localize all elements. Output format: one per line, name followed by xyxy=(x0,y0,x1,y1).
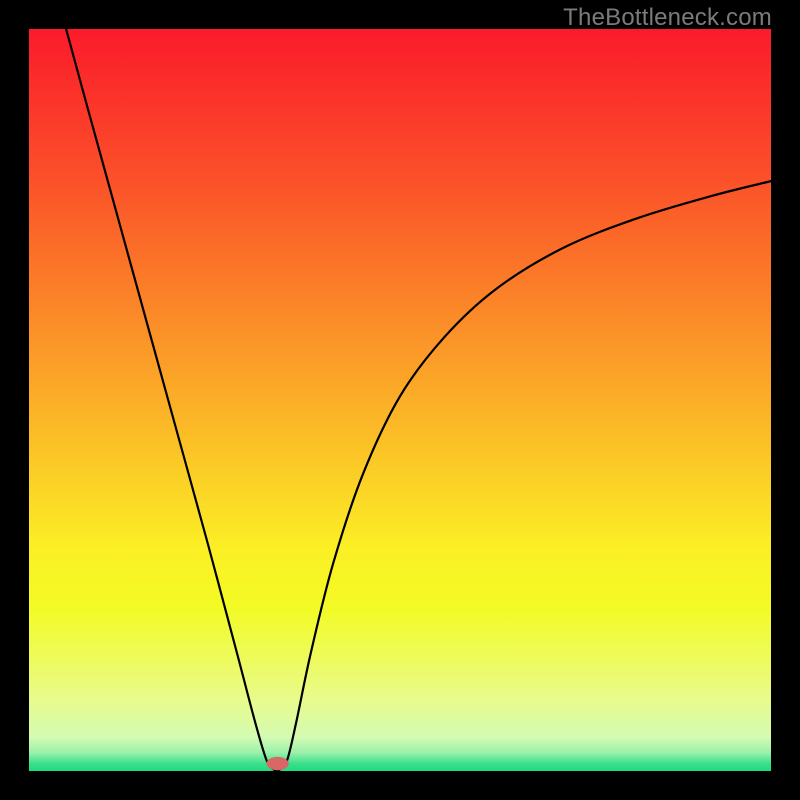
bottleneck-chart xyxy=(29,29,771,771)
chart-frame xyxy=(29,29,771,771)
optimum-marker xyxy=(266,757,288,770)
watermark-text: TheBottleneck.com xyxy=(563,4,772,32)
gradient-background xyxy=(29,29,771,771)
